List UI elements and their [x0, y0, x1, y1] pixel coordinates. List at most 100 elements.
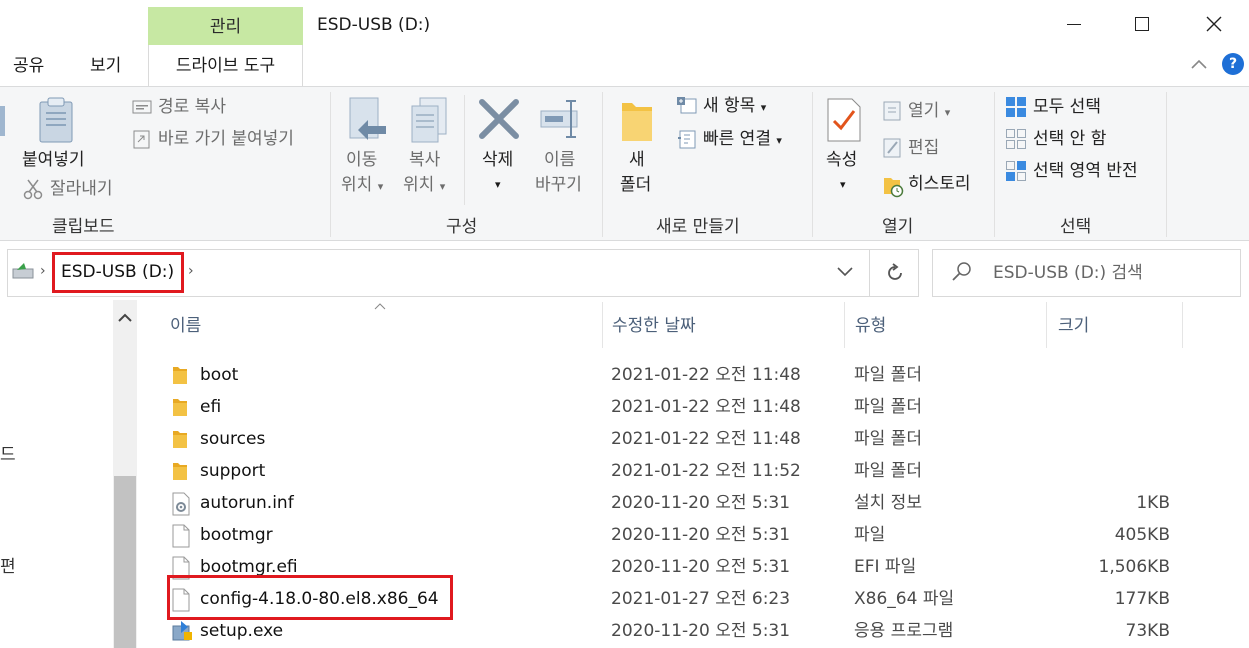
column-header-name[interactable]: 이름 [170, 312, 201, 340]
move-to-label-2[interactable]: 위치 ▾ [341, 173, 383, 199]
move-to-label-1[interactable]: 이동 [346, 148, 377, 172]
rename-label-1[interactable]: 이름 [544, 148, 575, 172]
file-name[interactable]: support [200, 455, 265, 487]
file-row[interactable]: sources 2021-01-22 오전 11:48 파일 폴더 [160, 423, 1190, 455]
file-type: 파일 폴더 [854, 461, 922, 481]
ribbon-collapse-button[interactable] [1190, 55, 1208, 75]
copy-path-button[interactable]: 경로 복사 [158, 95, 226, 119]
file-name[interactable]: autorun.inf [200, 487, 294, 519]
setup-exe-icon [172, 620, 194, 647]
easy-access-button[interactable]: 빠른 연결 ▾ [703, 127, 782, 153]
select-all-button[interactable]: 모두 선택 [1033, 95, 1101, 119]
file-name[interactable]: boot [200, 359, 238, 391]
rename-icon [540, 100, 578, 138]
scroll-up-arrow-icon[interactable] [117, 312, 133, 324]
tab-share[interactable]: 공유 [13, 48, 44, 84]
file-type: 응용 프로그램 [854, 621, 954, 641]
group-label-open: 열기 [882, 217, 914, 237]
tab-view[interactable]: 보기 [90, 48, 121, 84]
column-divider[interactable] [1046, 302, 1047, 348]
paste-shortcut-button[interactable]: 바로 가기 붙여넣기 [158, 127, 294, 151]
select-none-icon [1006, 129, 1026, 149]
file-type: EFI 파일 [854, 557, 917, 577]
file-date: 2021-01-22 오전 11:52 [611, 461, 801, 481]
file-type: 설치 정보 [854, 493, 922, 513]
tab-manage-context[interactable]: 관리 [148, 7, 303, 45]
move-to-button[interactable] [346, 96, 390, 151]
new-folder-label-1[interactable]: 새 [629, 148, 645, 172]
delete-button[interactable] [478, 98, 520, 145]
refresh-icon[interactable] [884, 262, 906, 284]
copy-to-label-1[interactable]: 복사 [409, 148, 440, 172]
file-date: 2021-01-22 오전 11:48 [611, 397, 801, 417]
clipboard-icon [39, 97, 73, 143]
column-divider[interactable] [844, 302, 845, 348]
file-name[interactable]: sources [200, 423, 265, 455]
folder-icon [172, 364, 188, 391]
file-row[interactable]: support 2021-01-22 오전 11:52 파일 폴더 [160, 455, 1190, 487]
select-all-icon [1006, 97, 1026, 117]
delete-label[interactable]: 삭제 [482, 148, 513, 172]
search-icon [952, 262, 971, 281]
open-icon [883, 101, 901, 121]
close-button[interactable] [1178, 2, 1249, 46]
invert-selection-icon [1006, 161, 1026, 181]
delete-dropdown-icon[interactable]: ▾ [495, 178, 501, 191]
invert-selection-button[interactable]: 선택 영역 반전 [1033, 159, 1138, 183]
breadcrumb-separator-icon[interactable]: › [40, 263, 46, 279]
file-row[interactable]: efi 2021-01-22 오전 11:48 파일 폴더 [160, 391, 1190, 423]
group-label-select: 선택 [1060, 217, 1092, 237]
file-name[interactable]: bootmgr [200, 519, 273, 551]
edit-button[interactable]: 편집 [908, 136, 939, 160]
history-button[interactable]: 히스토리 [908, 172, 971, 196]
sort-ascending-icon [374, 303, 386, 310]
nav-pane-scroll-thumb[interactable] [114, 476, 136, 648]
properties-label[interactable]: 속성 [826, 148, 857, 172]
column-divider[interactable] [1182, 302, 1183, 348]
properties-dropdown-icon[interactable]: ▾ [840, 178, 846, 191]
column-header-date[interactable]: 수정한 날짜 [612, 312, 696, 340]
new-folder-label-2[interactable]: 폴더 [620, 173, 651, 197]
paste-button[interactable] [36, 96, 76, 149]
properties-button[interactable] [826, 97, 862, 148]
open-button[interactable]: 열기 ▾ [908, 99, 950, 125]
column-header-type[interactable]: 유형 [855, 312, 886, 340]
file-date: 2021-01-22 오전 11:48 [611, 429, 801, 449]
copy-to-button[interactable] [408, 96, 452, 151]
nav-pane-fragment[interactable]: 드 [0, 440, 16, 465]
help-icon[interactable]: ? [1222, 53, 1244, 75]
minimize-button[interactable] [1038, 2, 1110, 46]
maximize-button[interactable] [1106, 2, 1178, 46]
breadcrumb-drive[interactable]: ESD-USB (D:) [61, 259, 174, 285]
new-item-button[interactable]: 새 항목 ▾ [703, 94, 766, 120]
file-type: X86_64 파일 [854, 589, 955, 609]
copy-to-label-2[interactable]: 위치 ▾ [403, 173, 445, 199]
search-placeholder[interactable]: ESD-USB (D:) 검색 [993, 260, 1143, 286]
file-size: 1KB [1136, 493, 1170, 513]
column-divider[interactable] [602, 302, 603, 348]
file-row[interactable]: autorun.inf 2020-11-20 오전 5:31 설치 정보 1KB [160, 487, 1190, 519]
setup-info-icon [172, 492, 190, 521]
breadcrumb-separator-icon[interactable]: › [188, 263, 194, 279]
cut-button[interactable]: 잘라내기 [50, 177, 113, 201]
rename-label-2[interactable]: 바꾸기 [535, 173, 582, 197]
file-highlight-box [167, 575, 453, 620]
paste-label[interactable]: 붙여넣기 [22, 148, 85, 172]
tab-drive-tools[interactable]: 드라이브 도구 [148, 45, 303, 86]
file-date: 2020-11-20 오전 5:31 [611, 493, 791, 513]
ribbon-divider [812, 92, 813, 237]
rename-button[interactable] [539, 99, 585, 144]
column-header-size[interactable]: 크기 [1058, 312, 1089, 340]
file-row[interactable]: bootmgr 2020-11-20 오전 5:31 파일 405KB [160, 519, 1190, 551]
file-row[interactable]: boot 2021-01-22 오전 11:48 파일 폴더 [160, 359, 1190, 391]
scissors-icon [23, 179, 43, 200]
file-name[interactable]: efi [200, 391, 221, 423]
select-none-button[interactable]: 선택 안 함 [1033, 127, 1106, 151]
ribbon-divider [464, 95, 465, 205]
easy-access-icon [678, 130, 696, 149]
chevron-down-icon[interactable] [836, 266, 854, 278]
new-folder-button[interactable] [620, 97, 654, 148]
paste-shortcut-icon [133, 130, 150, 149]
nav-pane-fragment[interactable]: 편 [0, 552, 16, 577]
group-label-clipboard: 클립보드 [52, 217, 115, 237]
